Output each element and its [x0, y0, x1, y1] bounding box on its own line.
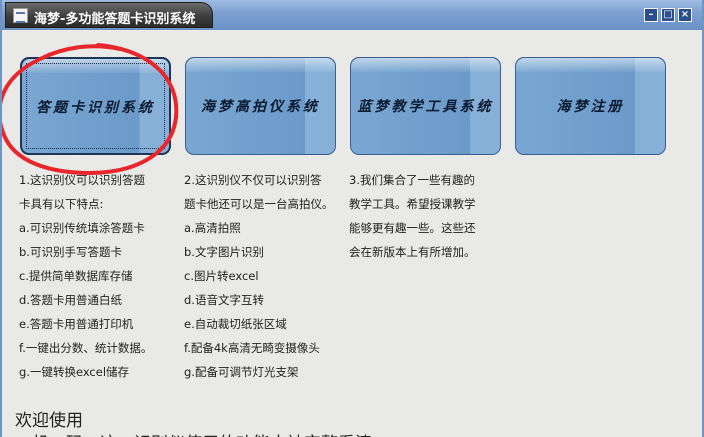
feature-line: 1.这识别仪可以识别答题	[19, 173, 145, 187]
feature-line: g.配备可调节灯光支架	[184, 365, 299, 379]
feature-line: 会在新版本上有所增加。	[349, 245, 476, 259]
feature-line: g.一键转换excel储存	[19, 365, 130, 379]
answer-sheet-recognition-button[interactable]: 答题卡识别系统	[20, 57, 171, 155]
feature-line: d.答题卡用普通白纸	[19, 293, 122, 307]
feature-line: 能够更有趣一些。这些还	[349, 221, 476, 235]
feature-line: e.自动裁切纸张区域	[184, 317, 287, 331]
feature-line: 3.我们集合了一些有趣的	[349, 173, 475, 187]
button-label: 答题卡识别系统	[36, 100, 155, 116]
feature-line: b.文字图片识别	[184, 245, 264, 259]
register-button[interactable]: 海梦注册	[515, 57, 666, 155]
teaching-tools-button[interactable]: 蓝梦教学工具系统	[350, 57, 501, 155]
maximize-icon[interactable]: □	[661, 8, 675, 22]
feature-line: 卡具有以下特点:	[19, 197, 104, 211]
feature-line: c.图片转excel	[184, 269, 259, 283]
minimize-icon[interactable]: –	[644, 8, 658, 22]
cut-off-text: 一机一码，这一识别仪使用的功能未被完整看清	[15, 429, 372, 437]
welcome-heading: 欢迎使用	[15, 411, 83, 431]
feature-line: f.一键出分数、统计数据。	[19, 341, 153, 355]
feature-list-camera: 2.这识别仪不仅可以识别答 题卡他还可以是一台高拍仪。 a.高清拍照 b.文字图…	[184, 171, 334, 387]
feature-line: 2.这识别仪不仅可以识别答	[184, 173, 322, 187]
window-title: 海梦-多功能答题卡识别系统	[34, 12, 196, 27]
feature-line: a.可识别传统填涂答题卡	[19, 221, 145, 235]
feature-line: d.语音文字互转	[184, 293, 264, 307]
button-label: 蓝梦教学工具系统	[357, 99, 494, 115]
feature-list-recognition: 1.这识别仪可以识别答题 卡具有以下特点: a.可识别传统填涂答题卡 b.可识别…	[19, 171, 152, 387]
feature-line: f.配备4k高清无畸变摄像头	[184, 341, 320, 355]
feature-list-tools: 3.我们集合了一些有趣的 教学工具。希望授课教学 能够更有趣一些。这些还 会在新…	[349, 171, 476, 267]
app-window: 海梦-多功能答题卡识别系统 – □ × 答题卡识别系统 海梦高拍仪系统 蓝梦教学…	[0, 0, 704, 437]
feature-line: b.可识别手写答题卡	[19, 245, 122, 259]
feature-line: 题卡他还可以是一台高拍仪。	[184, 197, 334, 211]
feature-line: 教学工具。希望授课教学	[349, 197, 476, 211]
button-label: 海梦高拍仪系统	[201, 99, 320, 115]
feature-line: c.提供简单数据库存储	[19, 269, 133, 283]
close-icon[interactable]: ×	[678, 8, 692, 22]
app-icon[interactable]	[13, 8, 28, 23]
button-label: 海梦注册	[556, 99, 625, 115]
title-tab: 海梦-多功能答题卡识别系统	[5, 2, 213, 28]
document-camera-button[interactable]: 海梦高拍仪系统	[185, 57, 336, 155]
feature-line: e.答题卡用普通打印机	[19, 317, 134, 331]
title-bar[interactable]: 海梦-多功能答题卡识别系统 – □ ×	[2, 0, 702, 30]
window-controls: – □ ×	[644, 8, 692, 22]
feature-line: a.高清拍照	[184, 221, 241, 235]
